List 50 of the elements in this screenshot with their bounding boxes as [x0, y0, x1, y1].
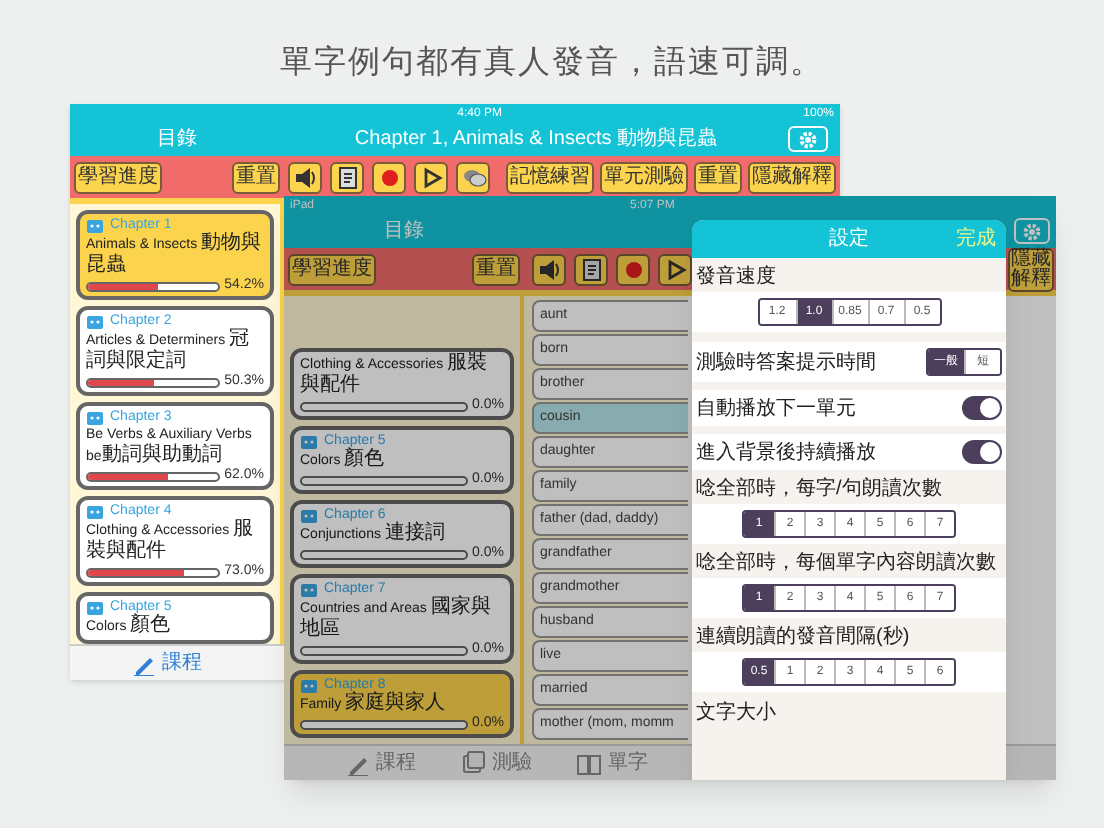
toolbar-button[interactable]: 重置 — [472, 253, 520, 285]
screen-icon — [300, 507, 318, 523]
play-button[interactable] — [414, 161, 448, 193]
speaker-button[interactable] — [288, 161, 322, 193]
document-icon — [577, 255, 605, 283]
play-button[interactable] — [658, 253, 692, 285]
toolbar-button[interactable]: 單元測驗 — [600, 161, 688, 193]
setting-label: 測驗時答案提示時間 — [696, 351, 876, 373]
toolbar-button[interactable]: 學習進度 — [288, 253, 376, 285]
toolbar-button[interactable]: 隱藏解釋 — [1008, 247, 1054, 291]
screen-icon — [86, 503, 104, 519]
record-button[interactable] — [616, 253, 650, 285]
screen-icon — [300, 677, 318, 693]
panel-title: 設定 — [829, 225, 869, 254]
window-title: Chapter 1, Animals & Insects 動物與昆蟲 — [352, 125, 720, 154]
record-button[interactable] — [372, 161, 406, 193]
setting-label: 文字大小 — [694, 699, 778, 724]
sidebar-title: 目錄 — [155, 126, 199, 154]
speaker-icon — [291, 163, 319, 191]
document-icon — [333, 163, 361, 191]
settings-icon — [798, 129, 818, 149]
screen-icon — [86, 599, 104, 615]
screen-icon — [86, 313, 104, 329]
toolbar-button[interactable]: 隱藏解釋 — [748, 161, 836, 193]
book-icon — [576, 750, 602, 776]
toolbar-button[interactable]: 學習進度 — [74, 161, 162, 193]
setting-label: 唸全部時，每字/句朗讀次數 — [694, 475, 944, 504]
sidebar-title: 目錄 — [382, 218, 426, 246]
tab-button[interactable]: 課程 — [130, 650, 202, 676]
screen-icon — [86, 217, 104, 233]
toolbar-button[interactable]: 重置 — [232, 161, 280, 193]
toolbar-button[interactable]: 記憶練習 — [506, 161, 594, 193]
screen-icon — [86, 409, 104, 425]
settings-icon — [1022, 221, 1042, 241]
document-button[interactable] — [574, 253, 608, 285]
toggle-switch[interactable] — [962, 440, 1002, 464]
chat-bubbles-button[interactable] — [456, 161, 490, 193]
setting-label: 唸全部時，每個單字內容朗讀次數 — [694, 549, 998, 578]
setting-label: 進入背景後持續播放 — [696, 441, 876, 463]
screen-icon — [300, 433, 318, 449]
speaker-button[interactable] — [532, 253, 566, 285]
speaker-icon — [535, 255, 563, 283]
toggle-switch[interactable] — [962, 396, 1002, 420]
toolbar-button[interactable]: 重置 — [694, 161, 742, 193]
screen-icon — [300, 581, 318, 597]
setting-label: 自動播放下一單元 — [696, 397, 856, 419]
setting-label: 連續朗讀的發音間隔(秒) — [694, 623, 912, 652]
setting-label: 發音速度 — [694, 263, 778, 292]
caption: 單字例句都有真人發音，語速可調。 — [278, 43, 826, 84]
document-button[interactable] — [330, 161, 364, 193]
